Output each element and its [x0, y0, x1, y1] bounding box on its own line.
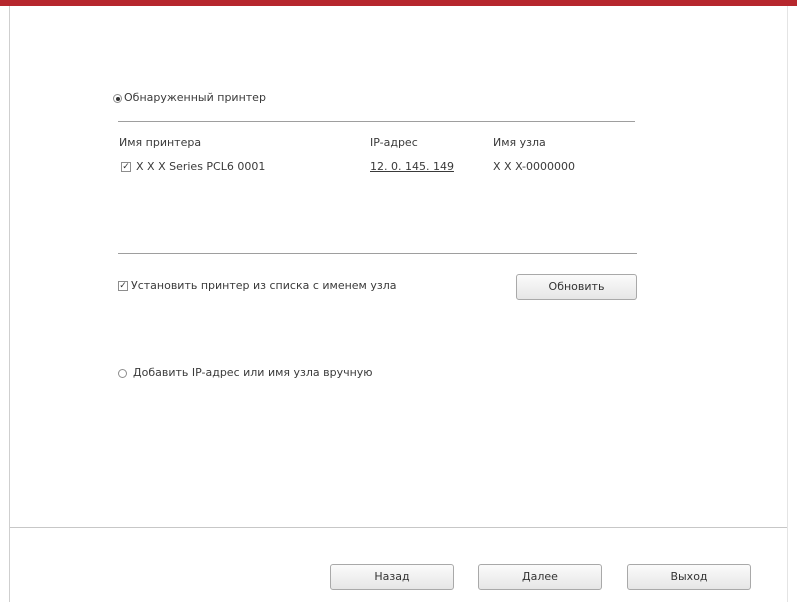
exit-button[interactable]: Выход [627, 564, 751, 590]
manual-ip-radio[interactable] [118, 369, 127, 378]
footer-separator [10, 527, 787, 528]
detected-printer-radio[interactable] [113, 94, 122, 103]
printer-row-hostname: X X X-0000000 [493, 160, 576, 173]
column-header-hostname: Имя узла [493, 136, 546, 149]
title-accent-bar [0, 0, 797, 6]
install-by-hostname-checkbox[interactable]: ✓ [118, 281, 128, 291]
manual-ip-label: Добавить IP-адрес или имя узла вручную [133, 366, 373, 379]
installer-window: Обнаруженный принтер Имя принтера IP-адр… [0, 0, 797, 602]
printer-row-checkbox[interactable]: ✓ [121, 162, 131, 172]
next-button[interactable]: Далее [478, 564, 602, 590]
printer-list-bottom-divider [118, 253, 637, 254]
printer-row-name[interactable]: X X X Series PCL6 0001 [136, 160, 265, 174]
printer-list-top-divider [118, 121, 635, 122]
window-right-border [787, 6, 788, 602]
back-button[interactable]: Назад [330, 564, 454, 590]
detected-printer-label: Обнаруженный принтер [124, 91, 266, 104]
column-header-ip-address: IP-адрес [370, 136, 418, 149]
column-header-printer-name: Имя принтера [119, 136, 202, 149]
refresh-button[interactable]: Обновить [516, 274, 637, 300]
window-left-border [9, 6, 10, 602]
printer-row-ip-link[interactable]: 12. 0. 145. 149 [370, 160, 454, 174]
install-by-hostname-label: Установить принтер из списка с именем уз… [131, 279, 397, 292]
